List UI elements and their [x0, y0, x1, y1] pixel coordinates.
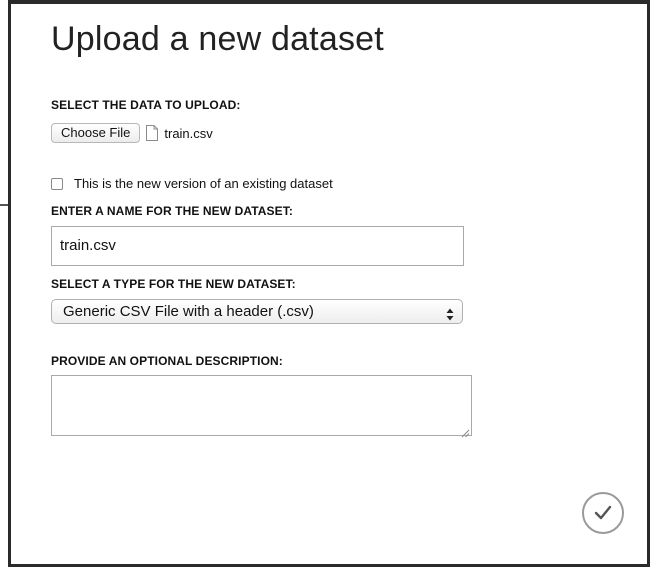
confirm-upload-button[interactable] — [582, 492, 624, 534]
description-label: PROVIDE AN OPTIONAL DESCRIPTION: — [51, 354, 283, 368]
resize-grip-icon[interactable] — [461, 425, 470, 438]
frame-divider-tick — [0, 204, 8, 206]
frame-left-edge — [8, 0, 11, 567]
dataset-type-label: SELECT A TYPE FOR THE NEW DATASET: — [51, 277, 296, 291]
choose-file-button[interactable]: Choose File — [51, 123, 141, 143]
description-textarea[interactable] — [51, 375, 472, 438]
dataset-type-selected-value: Generic CSV File with a header (.csv) — [63, 303, 314, 320]
upload-dataset-dialog: Upload a new dataset SELECT THE DATA TO … — [51, 0, 630, 567]
new-version-option: This is the new version of an existing d… — [51, 176, 333, 191]
file-icon — [146, 125, 159, 141]
new-version-checkbox-label[interactable]: This is the new version of an existing d… — [74, 176, 333, 191]
upload-label: SELECT THE DATA TO UPLOAD: — [51, 98, 241, 112]
dataset-name-input[interactable]: train.csv — [51, 226, 464, 266]
file-picker: Choose File train.csv — [51, 121, 213, 145]
dataset-type-select[interactable]: Generic CSV File with a header (.csv) — [51, 299, 463, 324]
new-version-checkbox[interactable] — [51, 177, 63, 190]
selected-file-name: train.csv — [164, 125, 213, 141]
dialog-title: Upload a new dataset — [51, 20, 384, 58]
updown-arrows-icon — [446, 305, 454, 321]
dataset-name-label: ENTER A NAME FOR THE NEW DATASET: — [51, 204, 293, 218]
checkmark-icon — [594, 505, 612, 520]
